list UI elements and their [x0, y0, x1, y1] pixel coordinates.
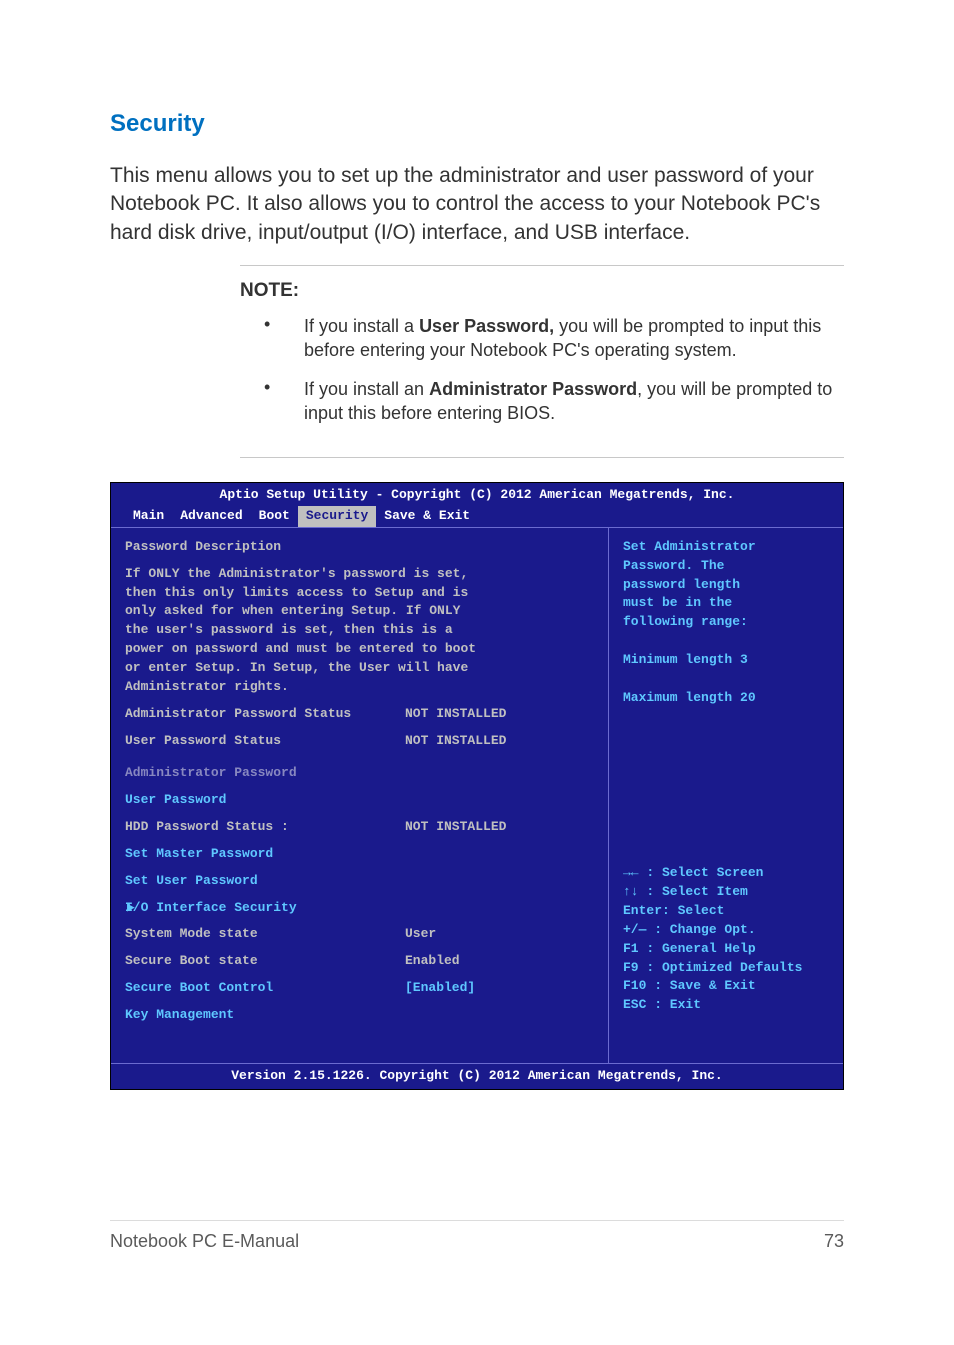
note-text: If you install a User Password, you will…	[304, 314, 844, 363]
bios-row-secure-boot-state: Secure Boot state Enabled	[125, 952, 594, 971]
bios-row-system-mode: System Mode state User	[125, 925, 594, 944]
footer-title: Notebook PC E-Manual	[110, 1231, 299, 1252]
note-item: • If you install a User Password, you wi…	[240, 314, 844, 363]
note-list: • If you install a User Password, you wi…	[240, 314, 844, 425]
bios-desc-line: the user's password is set, then this is…	[125, 621, 594, 640]
bios-main-panel: Password Description If ONLY the Adminis…	[111, 528, 609, 1063]
bios-row-set-user[interactable]: Set User Password	[125, 872, 594, 891]
section-body: This menu allows you to set up the admin…	[110, 162, 844, 247]
bios-desc-line: power on password and must be entered to…	[125, 640, 594, 659]
bullet-icon: •	[240, 377, 304, 426]
bios-row-secure-boot-control[interactable]: Secure Boot Control [Enabled]	[125, 979, 594, 998]
bios-tab-advanced[interactable]: Advanced	[172, 506, 250, 527]
bios-tab-boot[interactable]: Boot	[251, 506, 298, 527]
bios-desc-title: Password Description	[125, 538, 594, 557]
bios-screenshot: Aptio Setup Utility - Copyright (C) 2012…	[110, 482, 844, 1089]
bios-row-user-status: User Password Status NOT INSTALLED	[125, 732, 594, 751]
bullet-icon: •	[240, 314, 304, 363]
bios-tab-main[interactable]: Main	[125, 506, 172, 527]
bios-title: Aptio Setup Utility - Copyright (C) 2012…	[111, 483, 843, 506]
note-block: NOTE: • If you install a User Password, …	[240, 265, 844, 458]
bios-desc-line: Administrator rights.	[125, 678, 594, 697]
bios-tab-security[interactable]: Security	[298, 506, 376, 527]
bios-row-admin-password[interactable]: Administrator Password	[125, 764, 594, 783]
bios-desc-line: then this only limits access to Setup an…	[125, 584, 594, 603]
bios-row-user-password[interactable]: User Password	[125, 791, 594, 810]
bios-footer: Version 2.15.1226. Copyright (C) 2012 Am…	[111, 1063, 843, 1089]
bios-desc-line: If ONLY the Administrator's password is …	[125, 565, 594, 584]
note-title: NOTE:	[240, 280, 844, 302]
bios-row-hdd-status: HDD Password Status : NOT INSTALLED	[125, 818, 594, 837]
bios-row-set-master[interactable]: Set Master Password	[125, 845, 594, 864]
bios-row-admin-status: Administrator Password Status NOT INSTAL…	[125, 705, 594, 724]
bios-tabbar: Main Advanced Boot Security Save & Exit	[111, 506, 843, 527]
note-item: • If you install an Administrator Passwo…	[240, 377, 844, 426]
bios-help-panel: Set Administrator Password. The password…	[609, 528, 843, 1063]
bios-help-top: Set Administrator Password. The password…	[623, 538, 833, 708]
page-footer: Notebook PC E-Manual 73	[110, 1220, 844, 1252]
bios-row-key-management[interactable]: Key Management	[125, 1006, 594, 1025]
note-text: If you install an Administrator Password…	[304, 377, 844, 426]
section-heading: Security	[110, 110, 844, 138]
bios-tab-save-exit[interactable]: Save & Exit	[376, 506, 478, 527]
bios-row-io-interface[interactable]: ▶ I/O Interface Security	[125, 899, 594, 918]
bios-desc-line: only asked for when entering Setup. If O…	[125, 602, 594, 621]
page-number: 73	[824, 1231, 844, 1252]
bios-help-keys: →← : Select Screen ↑↓ : Select Item Ente…	[623, 864, 833, 1052]
bios-desc-line: or enter Setup. In Setup, the User will …	[125, 659, 594, 678]
submenu-arrow-icon: ▶	[127, 899, 135, 918]
